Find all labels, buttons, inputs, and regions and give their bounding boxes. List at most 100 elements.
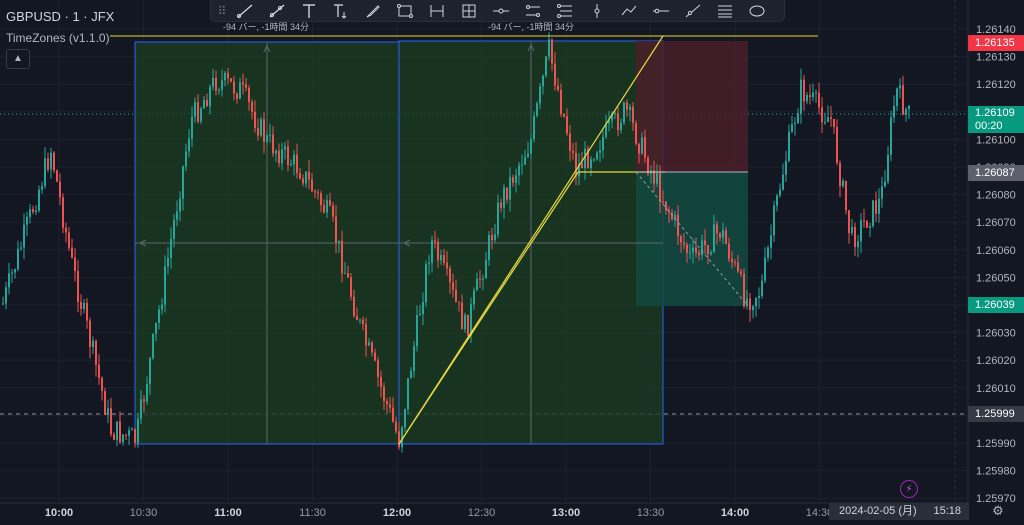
candle-body	[377, 360, 379, 377]
ellipse-icon[interactable]	[741, 0, 773, 22]
anchored-text-icon[interactable]	[325, 0, 357, 22]
candle-body	[101, 377, 103, 391]
indicator-label[interactable]: TimeZones (v1.1.0)	[6, 31, 110, 45]
candle-body	[701, 240, 703, 256]
candle-body	[764, 257, 766, 281]
candle-body	[692, 247, 694, 253]
candle-body	[908, 105, 910, 110]
candle-body	[41, 185, 43, 190]
candle-body	[164, 266, 166, 305]
floating-drawing-toolbar[interactable]: ⠿	[210, 0, 785, 22]
candle-body	[503, 187, 505, 208]
candle-body	[677, 214, 679, 237]
rectangle-icon[interactable]	[389, 0, 421, 22]
candle-body	[500, 202, 502, 208]
horizontal-line-icon[interactable]	[645, 0, 677, 22]
candle-body	[485, 260, 487, 279]
candle-body	[782, 174, 784, 190]
candle-body	[455, 289, 457, 302]
candle-body	[368, 342, 370, 346]
date-price-range-icon[interactable]	[453, 0, 485, 22]
price-tick-label: 1.26020	[976, 355, 1016, 367]
candle-body	[572, 150, 574, 153]
candle-body	[740, 271, 742, 274]
candle-body	[749, 298, 751, 311]
pitchfork-icon[interactable]	[549, 0, 581, 22]
candle-body	[23, 224, 25, 248]
candle-body	[545, 56, 547, 76]
candle-body	[704, 240, 706, 246]
time-tick-label: 11:30	[299, 507, 326, 519]
candle-body	[206, 99, 208, 107]
date-range-icon[interactable]	[421, 0, 453, 22]
candle-body	[260, 119, 262, 136]
candle-body	[170, 238, 172, 258]
brush-icon[interactable]	[357, 0, 389, 22]
path-icon[interactable]	[613, 0, 645, 22]
time-tick-label: 10:30	[130, 507, 158, 519]
candle-body	[311, 179, 313, 192]
horizontal-ray-icon[interactable]	[485, 0, 517, 22]
candle-body	[188, 138, 190, 152]
symbol-title[interactable]: GBPUSD · 1 · JFX	[6, 9, 114, 24]
candle-body	[662, 201, 664, 203]
candle-body	[71, 247, 73, 258]
fib-lines-icon[interactable]	[709, 0, 741, 22]
candle-body	[338, 240, 340, 243]
candle-body	[539, 86, 541, 104]
current-price-tag: 1.26109 00:20	[968, 106, 1024, 133]
candle-body	[134, 428, 136, 443]
candle-body	[566, 116, 568, 134]
candle-body	[689, 252, 691, 254]
target-zone[interactable]	[636, 41, 748, 172]
candle-body	[497, 202, 499, 235]
gear-icon[interactable]: ⚙	[990, 503, 1006, 519]
price-tick-label: 1.26060	[976, 245, 1016, 257]
candle-body	[833, 118, 835, 127]
candle-body	[596, 152, 598, 160]
candle-body	[194, 101, 196, 117]
chevron-up-icon[interactable]: ▲	[6, 49, 30, 69]
candle-body	[875, 200, 877, 214]
candle-body	[416, 314, 418, 347]
candle-body	[263, 119, 265, 142]
vertical-line-icon[interactable]	[581, 0, 613, 22]
drawing-boxes[interactable]	[134, 40, 748, 445]
clock-text: 15:18	[933, 505, 961, 517]
candle-body	[719, 233, 721, 238]
candle-body	[323, 205, 325, 213]
parallel-channel-icon[interactable]	[517, 0, 549, 22]
candle-body	[632, 106, 634, 124]
bar-countdown: 00:20	[975, 120, 1003, 132]
lightning-icon[interactable]: ⚡	[900, 480, 918, 498]
candle-body	[77, 271, 79, 302]
text-icon[interactable]	[293, 0, 325, 22]
candle-body	[905, 109, 907, 115]
candle-body	[2, 303, 4, 305]
ray-icon[interactable]	[261, 0, 293, 22]
candle-body	[395, 421, 397, 432]
price-tick-label: 1.26030	[976, 328, 1016, 340]
candle-body	[800, 79, 802, 114]
trend-line-icon[interactable]	[229, 0, 261, 22]
candle-body	[281, 149, 283, 164]
candle-body	[521, 164, 523, 166]
candle-body	[857, 241, 859, 248]
candle-body	[92, 340, 94, 347]
candle-body	[509, 177, 511, 200]
extended-line-icon[interactable]	[677, 0, 709, 22]
candle-body	[848, 210, 850, 234]
chart-area[interactable]: 1.261401.261301.261201.261101.261001.260…	[0, 0, 1024, 520]
candle-body	[758, 296, 760, 298]
candle-body	[746, 298, 748, 307]
price-tick-label: 1.26100	[976, 134, 1016, 146]
drag-handle-icon[interactable]: ⠿	[215, 4, 229, 18]
candle-body	[836, 126, 838, 164]
price-chart[interactable]: 1.261401.261301.261201.261101.261001.260…	[0, 0, 1024, 520]
candle-body	[707, 245, 709, 255]
candle-body	[443, 255, 445, 263]
candle-body	[200, 108, 202, 122]
candle-body	[203, 99, 205, 109]
candle-body	[407, 378, 409, 410]
candle-body	[437, 241, 439, 261]
